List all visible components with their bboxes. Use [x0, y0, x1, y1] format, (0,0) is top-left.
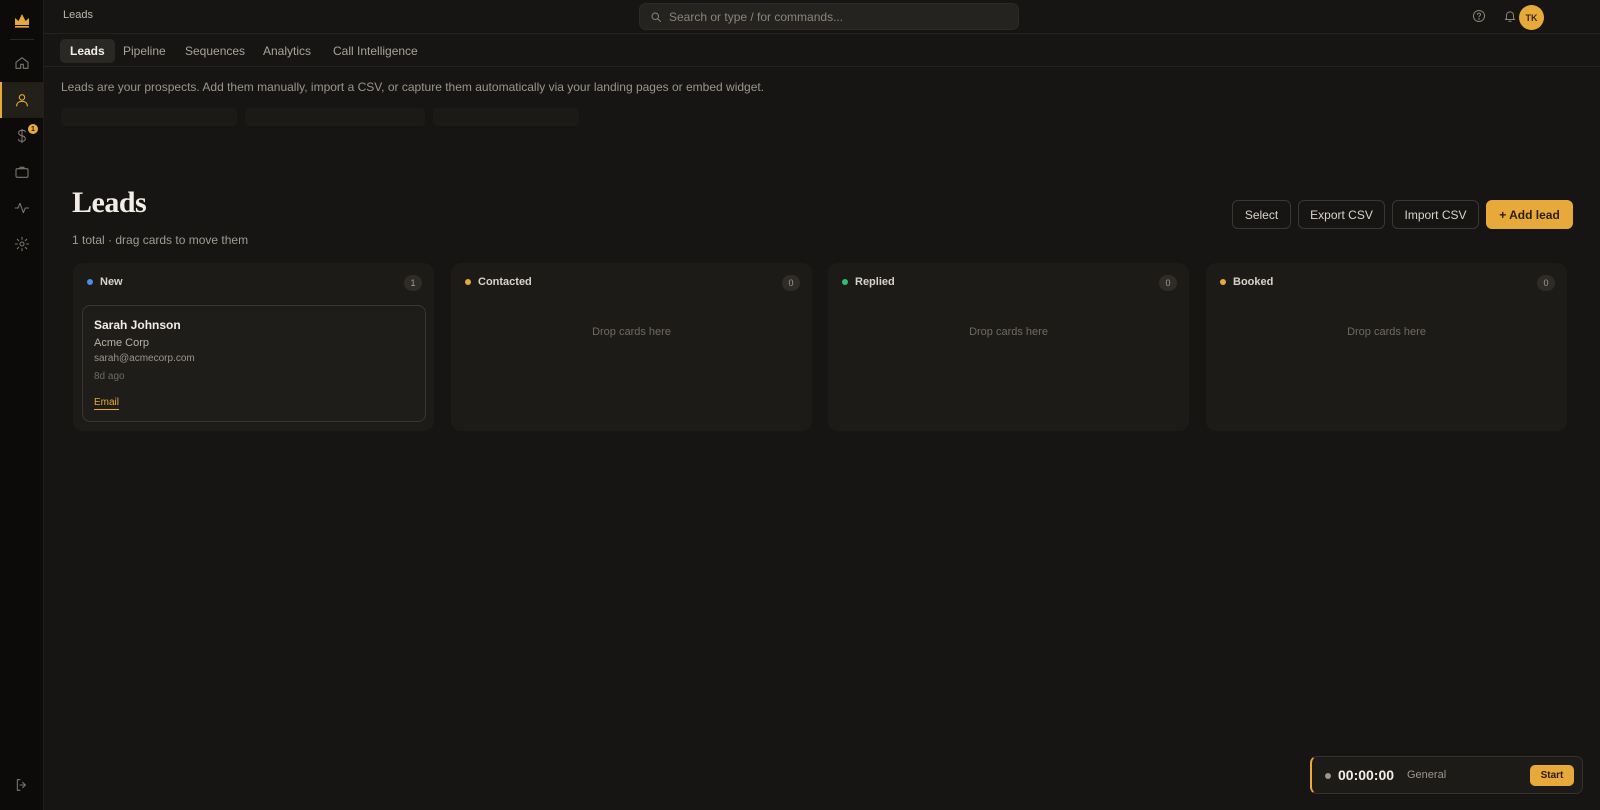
timer-start-button[interactable]: Start — [1530, 765, 1574, 786]
tab-sequences[interactable]: Sequences — [175, 39, 255, 63]
faint-chip — [61, 108, 237, 126]
time-tracker-widget: 00:00:00 General Start — [1310, 756, 1583, 794]
column-replied[interactable]: Replied 0 Drop cards here — [828, 263, 1189, 431]
page-title: Leads — [72, 186, 147, 219]
status-dot — [1220, 279, 1226, 285]
home-icon — [15, 57, 29, 69]
timer-category[interactable]: General — [1407, 769, 1446, 781]
column-header: Replied — [842, 276, 895, 288]
tab-analytics[interactable]: Analytics — [253, 39, 321, 63]
tab-call-intelligence[interactable]: Call Intelligence — [323, 39, 428, 63]
column-title: Contacted — [478, 276, 532, 288]
section-tabs: Leads Pipeline Sequences Analytics Call … — [44, 35, 1600, 67]
page-subtitle: 1 total · drag cards to move them — [72, 233, 249, 247]
sidebar-item-portfolio[interactable] — [0, 154, 44, 190]
column-count-badge: 0 — [782, 275, 800, 291]
column-title: Replied — [855, 276, 895, 288]
topbar: Leads TK — [44, 0, 1600, 34]
lead-card[interactable]: Sarah Johnson Acme Corp sarah@acmecorp.c… — [82, 305, 426, 422]
column-count-badge: 0 — [1159, 275, 1177, 291]
column-new[interactable]: New 1 Sarah Johnson Acme Corp sarah@acme… — [73, 263, 434, 431]
bell-icon[interactable] — [1503, 9, 1519, 25]
lead-age: 8d ago — [94, 371, 125, 382]
sidebar-item-activity[interactable] — [0, 190, 44, 226]
activity-icon — [14, 202, 30, 214]
drop-zone-hint: Drop cards here — [969, 326, 1048, 338]
logout-icon — [16, 779, 26, 791]
briefcase-icon — [15, 166, 29, 178]
sidebar-item-settings[interactable] — [0, 226, 44, 262]
tab-leads[interactable]: Leads — [60, 39, 115, 63]
help-icon[interactable] — [1472, 9, 1488, 25]
column-title: New — [100, 276, 123, 288]
column-title: Booked — [1233, 276, 1274, 288]
search-input[interactable] — [669, 9, 999, 24]
user-icon — [16, 94, 28, 107]
column-contacted[interactable]: Contacted 0 Drop cards here — [451, 263, 812, 431]
lead-company: Acme Corp — [94, 337, 150, 349]
status-dot — [87, 279, 93, 285]
add-lead-button[interactable]: + Add lead — [1486, 200, 1573, 229]
lead-email: sarah@acmecorp.com — [94, 353, 195, 364]
email-link[interactable]: Email — [94, 397, 120, 410]
column-count-badge: 1 — [404, 275, 422, 291]
import-csv-button[interactable]: Import CSV — [1392, 200, 1479, 229]
crown-icon[interactable] — [12, 10, 32, 30]
lead-name: Sarah Johnson — [94, 318, 181, 332]
gear-icon — [14, 236, 30, 252]
status-dot — [465, 279, 471, 285]
timer-display: 00:00:00 — [1338, 767, 1395, 783]
export-csv-button[interactable]: Export CSV — [1298, 200, 1385, 229]
sidebar-item-billing[interactable]: 1 — [0, 118, 44, 154]
faint-chip — [245, 108, 425, 126]
intro-text: Leads are your prospects. Add them manua… — [61, 80, 765, 94]
sidebar-divider — [10, 39, 34, 40]
column-header: New — [87, 276, 123, 288]
sidebar-item-leads[interactable] — [0, 82, 44, 118]
column-count-badge: 0 — [1537, 275, 1555, 291]
column-header: Contacted — [465, 276, 532, 288]
sidebar-item-home[interactable] — [0, 45, 44, 81]
search-icon — [651, 12, 661, 22]
faint-chip — [433, 108, 579, 126]
topbar-title: Leads — [63, 9, 93, 21]
command-search[interactable] — [639, 3, 1019, 30]
tab-pipeline[interactable]: Pipeline — [113, 39, 176, 63]
avatar[interactable]: TK — [1519, 5, 1544, 30]
drop-zone-hint: Drop cards here — [1347, 326, 1426, 338]
drop-zone-hint: Drop cards here — [592, 326, 671, 338]
faint-chip-row — [61, 108, 579, 126]
status-dot — [842, 279, 848, 285]
sidebar: 1 — [0, 0, 44, 810]
logout-button[interactable] — [0, 767, 44, 803]
select-button[interactable]: Select — [1232, 200, 1291, 229]
timer-status-dot — [1325, 773, 1331, 779]
column-booked[interactable]: Booked 0 Drop cards here — [1206, 263, 1567, 431]
notification-badge: 1 — [28, 124, 38, 134]
column-header: Booked — [1220, 276, 1273, 288]
